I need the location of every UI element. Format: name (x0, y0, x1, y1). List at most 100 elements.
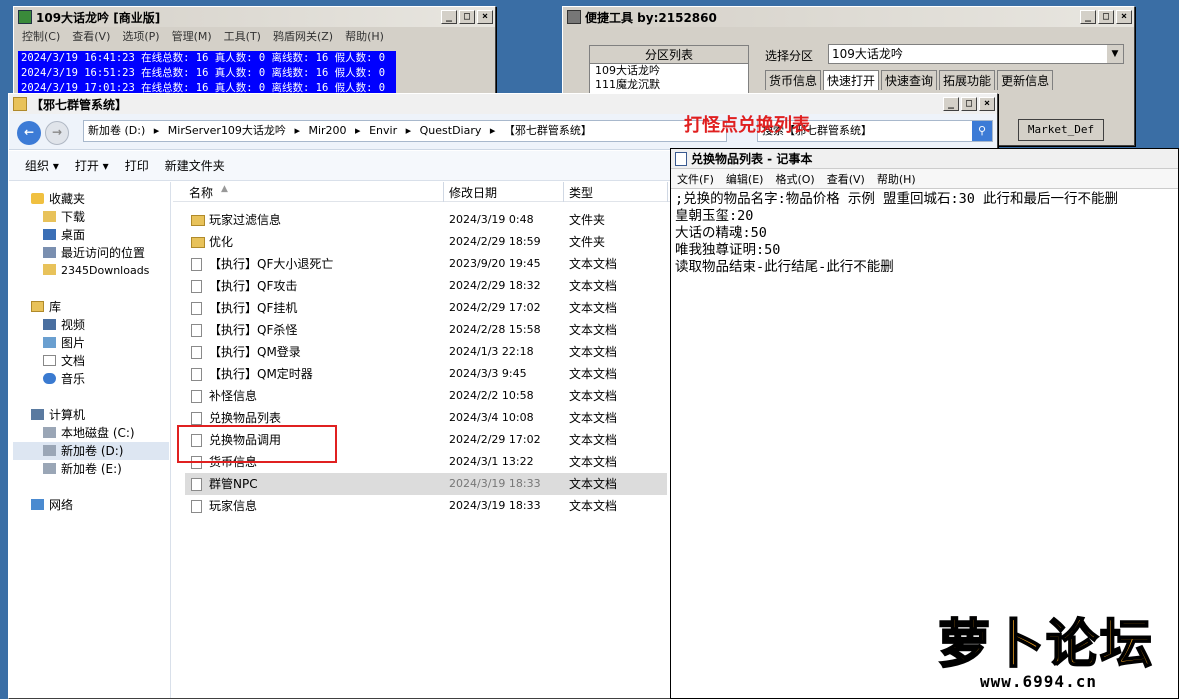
notepad-titlebar[interactable]: 兑换物品列表 - 记事本 (671, 149, 1178, 169)
maximize-button[interactable]: □ (459, 10, 475, 24)
file-row[interactable]: 玩家信息 2024/3/19 18:33 文本文档 (185, 495, 667, 517)
new-folder-button[interactable]: 新建文件夹 (165, 157, 225, 174)
tree-item-drive-c[interactable]: 本地磁盘 (C:) (43, 424, 135, 442)
menu-file[interactable]: 文件(F) (671, 171, 720, 187)
tab-currency[interactable]: 货币信息 (765, 70, 822, 90)
file-row[interactable]: 【执行】QF攻击 2024/2/29 18:32 文本文档 (185, 275, 667, 297)
file-name: 补怪信息 (209, 389, 258, 403)
maximize-button[interactable]: □ (961, 97, 977, 111)
game-server-titlebar[interactable]: 109大话龙吟 [商业版] _ □ × (14, 7, 495, 27)
column-divider[interactable] (443, 182, 444, 202)
tree-label: 文档 (61, 354, 86, 368)
breadcrumb-item[interactable]: MirServer109大话龙吟 (168, 124, 286, 137)
file-row[interactable]: 【执行】QM登录 2024/1/3 22:18 文本文档 (185, 341, 667, 363)
chevron-right-icon[interactable]: ▸ (355, 124, 361, 137)
menu-view[interactable]: 查看(V) (66, 28, 116, 44)
window-title: 兑换物品列表 - 记事本 (691, 152, 813, 166)
tree-item-pictures[interactable]: 图片 (43, 334, 85, 352)
network-icon (31, 499, 44, 510)
file-row[interactable]: 【执行】QF挂机 2024/2/29 17:02 文本文档 (185, 297, 667, 319)
tree-computer[interactable]: 计算机 (31, 406, 85, 424)
file-row[interactable]: 【执行】QF杀怪 2024/2/28 15:58 文本文档 (185, 319, 667, 341)
menu-help[interactable]: 帮助(H) (339, 28, 390, 44)
organize-button[interactable]: 组织 ▾ (25, 157, 59, 174)
minimize-button[interactable]: _ (441, 10, 457, 24)
menu-control[interactable]: 控制(C) (16, 28, 66, 44)
file-name: 【执行】QM登录 (209, 345, 301, 359)
partition-item[interactable]: 109大话龙吟 (590, 64, 748, 78)
file-type: 文本文档 (569, 301, 618, 315)
maximize-button[interactable]: □ (1098, 10, 1114, 24)
tree-item-videos[interactable]: 视频 (43, 316, 85, 334)
file-row[interactable]: 【执行】QM定时器 2024/3/3 9:45 文本文档 (185, 363, 667, 385)
breadcrumb-item[interactable]: 新加卷 (D:) (88, 124, 145, 137)
tree-item-music[interactable]: 音乐 (43, 370, 85, 388)
partition-list[interactable]: 分区列表 109大话龙吟 111魔龙沉默 (589, 45, 749, 97)
back-arrow-icon[interactable]: ← (17, 121, 41, 145)
breadcrumb[interactable]: 新加卷 (D:) ▸ MirServer109大话龙吟 ▸ Mir200 ▸ E… (83, 120, 727, 142)
server-log[interactable]: 2024/3/19 16:41:23 在线总数: 16 真人数: 0 离线数: … (18, 51, 396, 93)
file-date: 2024/3/19 18:33 (449, 499, 541, 512)
text-file-icon (191, 390, 202, 403)
file-row-selected[interactable]: 群管NPC 2024/3/19 18:33 文本文档 (185, 473, 667, 495)
chevron-right-icon[interactable]: ▸ (294, 124, 300, 137)
market-def-button[interactable]: Market_Def (1018, 119, 1104, 141)
file-row[interactable]: 优化 2024/2/29 18:59 文件夹 (185, 231, 667, 253)
menu-tools[interactable]: 工具(T) (218, 28, 267, 44)
tab-quick-query[interactable]: 快速查询 (881, 70, 938, 90)
tree-library[interactable]: 库 (31, 298, 61, 316)
open-button[interactable]: 打开 ▾ (75, 157, 109, 174)
column-divider[interactable] (563, 182, 564, 202)
tab-extensions[interactable]: 拓展功能 (939, 70, 996, 90)
tree-item-drive-d[interactable]: 新加卷 (D:) (43, 442, 123, 460)
tree-favorites[interactable]: 收藏夹 (31, 190, 85, 208)
chevron-right-icon[interactable]: ▸ (406, 124, 412, 137)
tree-item-2345downloads[interactable]: 2345Downloads (43, 262, 149, 280)
file-row[interactable]: 补怪信息 2024/2/2 10:58 文本文档 (185, 385, 667, 407)
column-date[interactable]: 修改日期 (449, 184, 497, 201)
tree-label: 网络 (49, 498, 74, 512)
notepad-text-area[interactable]: ;兑换的物品名字:物品价格 示例 盟重回城石:30 此行和最后一行不能删 皇朝玉… (671, 189, 1178, 278)
minimize-button[interactable]: _ (1080, 10, 1096, 24)
forward-arrow-icon[interactable]: → (45, 121, 69, 145)
column-type[interactable]: 类型 (569, 184, 593, 201)
column-divider[interactable] (667, 182, 668, 202)
file-row[interactable]: 玩家过滤信息 2024/3/19 0:48 文件夹 (185, 209, 667, 231)
tab-updates[interactable]: 更新信息 (997, 70, 1054, 90)
menu-edit[interactable]: 编辑(E) (720, 171, 770, 187)
menu-help[interactable]: 帮助(H) (871, 171, 922, 187)
explorer-titlebar[interactable]: 【邪七群管系统】 _ □ × (9, 94, 997, 114)
tree-item-recent[interactable]: 最近访问的位置 (43, 244, 145, 262)
close-button[interactable]: × (477, 10, 493, 24)
breadcrumb-item[interactable]: Mir200 (308, 124, 346, 137)
breadcrumb-item[interactable]: Envir (369, 124, 397, 137)
quick-tools-titlebar[interactable]: 便捷工具 by:2152860 _ □ × (563, 7, 1134, 27)
menu-gateway[interactable]: 鸦盾网关(Z) (267, 28, 339, 44)
menu-manage[interactable]: 管理(M) (166, 28, 218, 44)
tree-item-drive-e[interactable]: 新加卷 (E:) (43, 460, 122, 478)
navigation-pane: 收藏夹 下载 桌面 最近访问的位置 2345Downloads 库 视频 图片 … (9, 182, 171, 698)
chevron-right-icon[interactable]: ▸ (490, 124, 496, 137)
tree-item-downloads[interactable]: 下载 (43, 208, 85, 226)
file-row[interactable]: 【执行】QF大小退死亡 2023/9/20 19:45 文本文档 (185, 253, 667, 275)
file-date: 2024/3/4 10:08 (449, 411, 534, 424)
partition-item[interactable]: 111魔龙沉默 (590, 78, 748, 92)
partition-dropdown[interactable]: 109大话龙吟 ▼ (828, 44, 1124, 64)
chevron-down-icon[interactable]: ▼ (1107, 45, 1123, 63)
close-button[interactable]: × (979, 97, 995, 111)
menu-format[interactable]: 格式(O) (769, 171, 820, 187)
menu-view[interactable]: 查看(V) (821, 171, 871, 187)
menu-options[interactable]: 选项(P) (116, 28, 165, 44)
close-button[interactable]: × (1116, 10, 1132, 24)
tab-quick-open[interactable]: 快速打开 (823, 70, 880, 90)
column-name[interactable]: 名称 (189, 184, 213, 201)
print-button[interactable]: 打印 (125, 157, 149, 174)
breadcrumb-item[interactable]: QuestDiary (420, 124, 482, 137)
chevron-right-icon[interactable]: ▸ (154, 124, 160, 137)
search-icon[interactable]: ⚲ (972, 121, 992, 141)
breadcrumb-item[interactable]: 【邪七群管系统】 (504, 124, 592, 137)
tree-network[interactable]: 网络 (31, 496, 73, 514)
minimize-button[interactable]: _ (943, 97, 959, 111)
tree-item-documents[interactable]: 文档 (43, 352, 85, 370)
tree-item-desktop[interactable]: 桌面 (43, 226, 85, 244)
